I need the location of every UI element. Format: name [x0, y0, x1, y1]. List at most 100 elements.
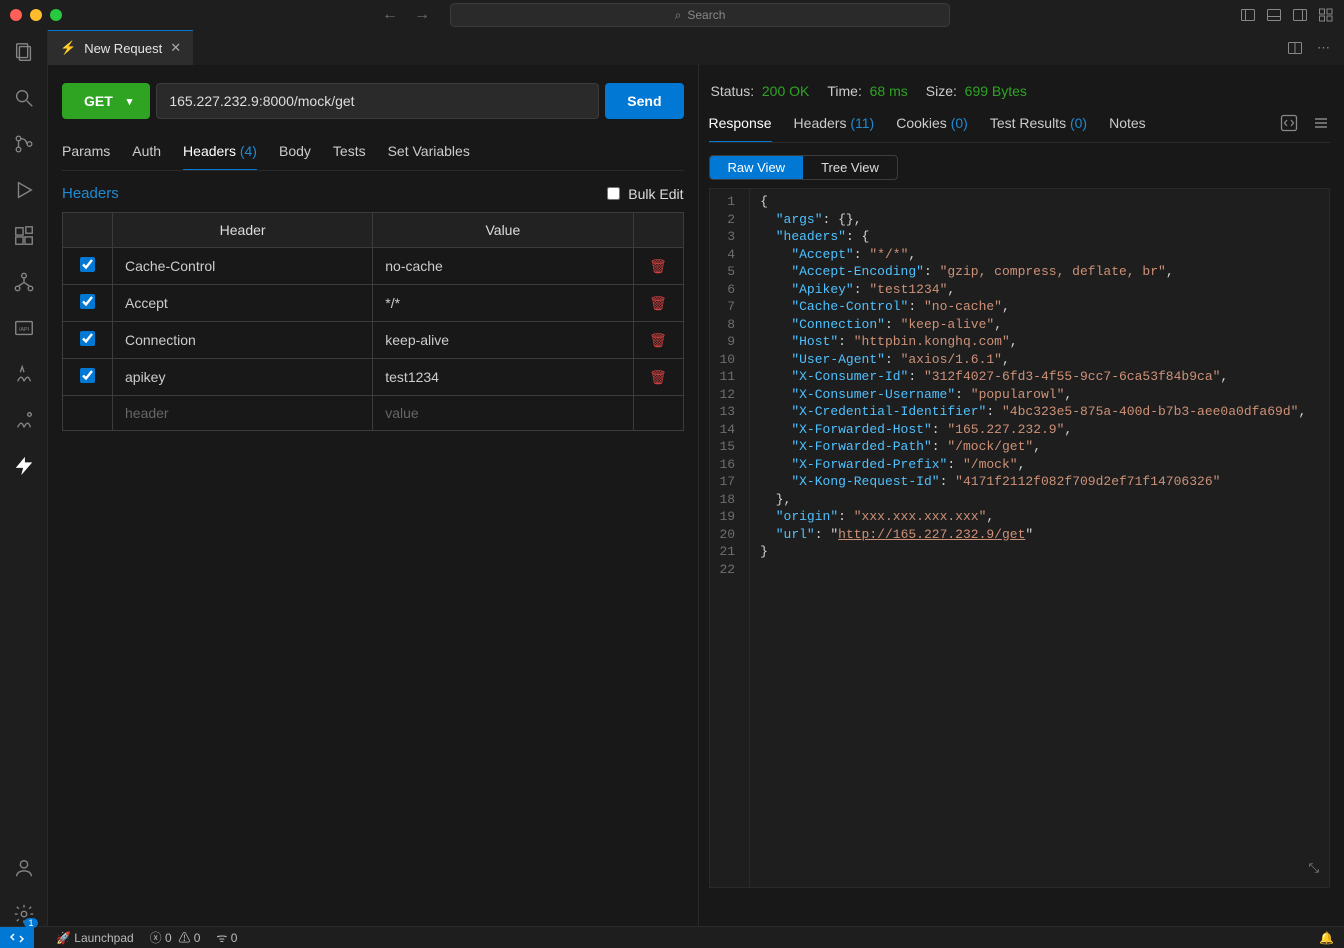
response-body-viewer[interactable]: 12345678910111213141516171819202122 { "a…	[709, 188, 1331, 888]
settings-gear-icon[interactable]: 1	[12, 902, 36, 926]
response-view-toggle: Raw View Tree View	[709, 155, 898, 180]
raw-view-button[interactable]: Raw View	[710, 156, 804, 179]
more-actions-icon[interactable]: ⋯	[1317, 40, 1330, 56]
table-row-new	[63, 396, 684, 431]
header-enabled-checkbox[interactable]	[80, 257, 95, 272]
layout-customize-icon[interactable]	[1318, 7, 1334, 23]
request-pane: GET ▾ Send Params Auth Headers (4) Body …	[48, 65, 699, 926]
col-header: Header	[113, 213, 373, 248]
resp-tab-headers[interactable]: Headers (11)	[794, 109, 875, 142]
editor-tab-new-request[interactable]: ⚡ New Request ✕	[48, 30, 193, 65]
accounts-icon[interactable]	[12, 856, 36, 880]
remote-indicator[interactable]	[0, 927, 34, 948]
bulk-edit-checkbox[interactable]	[607, 187, 620, 200]
status-value: 200 OK	[762, 83, 809, 99]
close-icon[interactable]: ✕	[170, 40, 181, 56]
send-button[interactable]: Send	[605, 83, 683, 119]
layout-panel-bottom-icon[interactable]	[1266, 7, 1282, 23]
header-name-input[interactable]	[125, 405, 360, 421]
header-value-input[interactable]	[385, 258, 620, 274]
response-pane: Status: 200 OK Time: 68 ms Size: 699 Byt…	[699, 65, 1344, 926]
header-name-input[interactable]	[125, 332, 360, 348]
table-row: 🗑	[63, 248, 684, 285]
resp-tab-test-results[interactable]: Test Results (0)	[990, 109, 1087, 142]
http-method-select[interactable]: GET ▾	[62, 83, 150, 119]
window-controls	[10, 9, 62, 21]
layout-sidebar-right-icon[interactable]	[1292, 7, 1308, 23]
header-name-input[interactable]	[125, 369, 360, 385]
notifications-icon[interactable]: 🔔	[1319, 931, 1334, 945]
window-minimize-button[interactable]	[30, 9, 42, 21]
nav-forward-icon[interactable]: →	[414, 6, 430, 24]
launchpad-status[interactable]: 🚀 Launchpad	[56, 931, 134, 945]
window-maximize-button[interactable]	[50, 9, 62, 21]
table-row: 🗑	[63, 359, 684, 396]
trash-icon[interactable]: 🗑	[649, 332, 667, 348]
activity-bar: /API 1	[0, 30, 48, 926]
thunder-collections-icon[interactable]	[12, 408, 36, 432]
tab-body[interactable]: Body	[279, 137, 311, 170]
layout-sidebar-left-icon[interactable]	[1240, 7, 1256, 23]
nav-back-icon[interactable]: ←	[382, 6, 398, 24]
tab-params[interactable]: Params	[62, 137, 110, 170]
trash-icon[interactable]: 🗑	[649, 258, 667, 274]
header-enabled-checkbox[interactable]	[80, 331, 95, 346]
time-value: 68 ms	[870, 83, 908, 99]
chevron-down-icon: ▾	[127, 95, 133, 108]
tab-set-variables[interactable]: Set Variables	[388, 137, 470, 170]
header-name-input[interactable]	[125, 258, 360, 274]
split-editor-icon[interactable]	[1287, 40, 1303, 56]
tab-headers[interactable]: Headers (4)	[183, 137, 257, 170]
expand-icon[interactable]: ⤡	[1309, 860, 1319, 878]
table-row: 🗑	[63, 285, 684, 322]
search-icon: ⌕	[675, 8, 682, 23]
tab-tests[interactable]: Tests	[333, 137, 366, 170]
table-row: 🗑	[63, 322, 684, 359]
explorer-icon[interactable]	[12, 40, 36, 64]
radio-status[interactable]: ᯤ 0	[216, 929, 237, 946]
git-graph-icon[interactable]	[12, 270, 36, 294]
header-enabled-checkbox[interactable]	[80, 368, 95, 383]
resp-tab-notes[interactable]: Notes	[1109, 109, 1146, 142]
window-close-button[interactable]	[10, 9, 22, 21]
response-tabs: Response Headers (11) Cookies (0) Test R…	[709, 109, 1331, 143]
resp-tab-cookies[interactable]: Cookies (0)	[896, 109, 968, 142]
trash-icon[interactable]: 🗑	[649, 369, 667, 385]
extensions-icon[interactable]	[12, 224, 36, 248]
code-snippet-icon[interactable]	[1280, 114, 1298, 132]
hamburger-menu-icon[interactable]	[1312, 114, 1330, 132]
response-meta: Status: 200 OK Time: 68 ms Size: 699 Byt…	[711, 83, 1331, 99]
thunder-env-icon[interactable]	[12, 362, 36, 386]
size-value: 699 Bytes	[965, 83, 1027, 99]
header-name-input[interactable]	[125, 295, 360, 311]
headers-table: Header Value 🗑 🗑 🗑 🗑	[62, 212, 684, 431]
header-value-input[interactable]	[385, 369, 620, 385]
trash-icon[interactable]: 🗑	[649, 295, 667, 311]
request-url-input[interactable]	[156, 83, 599, 119]
bulk-edit-toggle[interactable]: Bulk Edit	[607, 186, 683, 202]
resp-tab-response[interactable]: Response	[709, 109, 772, 142]
window-titlebar: ← → ⌕ Search	[0, 0, 1344, 30]
request-tabs: Params Auth Headers (4) Body Tests Set V…	[62, 137, 684, 171]
tab-title: New Request	[84, 41, 162, 56]
http-method-label: GET	[84, 93, 113, 109]
editor-tabbar: ⚡ New Request ✕ ⋯	[48, 30, 1344, 65]
col-value: Value	[373, 213, 633, 248]
header-value-input[interactable]	[385, 295, 620, 311]
run-debug-icon[interactable]	[12, 178, 36, 202]
header-value-input[interactable]	[385, 405, 620, 421]
command-search[interactable]: ⌕ Search	[450, 3, 950, 27]
header-enabled-checkbox[interactable]	[80, 294, 95, 309]
problems-status[interactable]: ⓧ 0 ⚠ 0	[150, 929, 201, 946]
thunder-client-icon[interactable]	[12, 454, 36, 478]
source-control-icon[interactable]	[12, 132, 36, 156]
api-panel-icon[interactable]: /API	[12, 316, 36, 340]
status-bar: 🚀 Launchpad ⓧ 0 ⚠ 0 ᯤ 0 🔔	[0, 926, 1344, 948]
header-value-input[interactable]	[385, 332, 620, 348]
tree-view-button[interactable]: Tree View	[803, 156, 897, 179]
svg-text:/API: /API	[18, 327, 29, 333]
tab-auth[interactable]: Auth	[132, 137, 161, 170]
search-placeholder: Search	[687, 8, 725, 22]
search-sidebar-icon[interactable]	[12, 86, 36, 110]
headers-section-title: Headers	[62, 185, 119, 202]
